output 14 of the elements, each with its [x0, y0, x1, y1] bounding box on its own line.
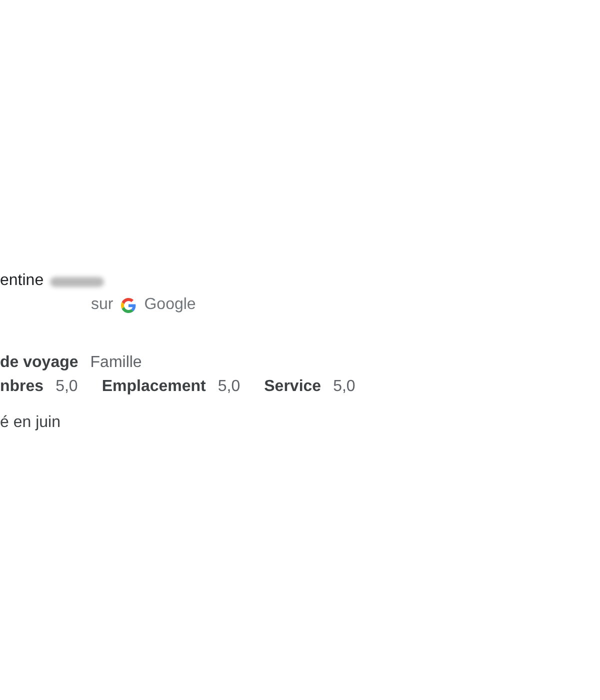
blurred-text-block	[50, 277, 104, 287]
reviewer-name: entine	[0, 271, 44, 291]
rating-label: Service	[264, 377, 322, 397]
source-prefix: sur	[91, 295, 114, 315]
source-name: Google	[144, 295, 196, 315]
detail-label: de voyage	[0, 353, 78, 373]
rating-label: Emplacement	[102, 377, 206, 397]
rating-label: nbres	[0, 377, 44, 397]
rating-value: 5,0	[56, 377, 78, 397]
google-g-icon	[121, 298, 136, 312]
rating-value: 5,0	[333, 377, 356, 397]
rating-value: 5,0	[218, 377, 240, 397]
visit-note: é en juin	[0, 413, 60, 433]
detail-value: Famille	[90, 353, 142, 373]
